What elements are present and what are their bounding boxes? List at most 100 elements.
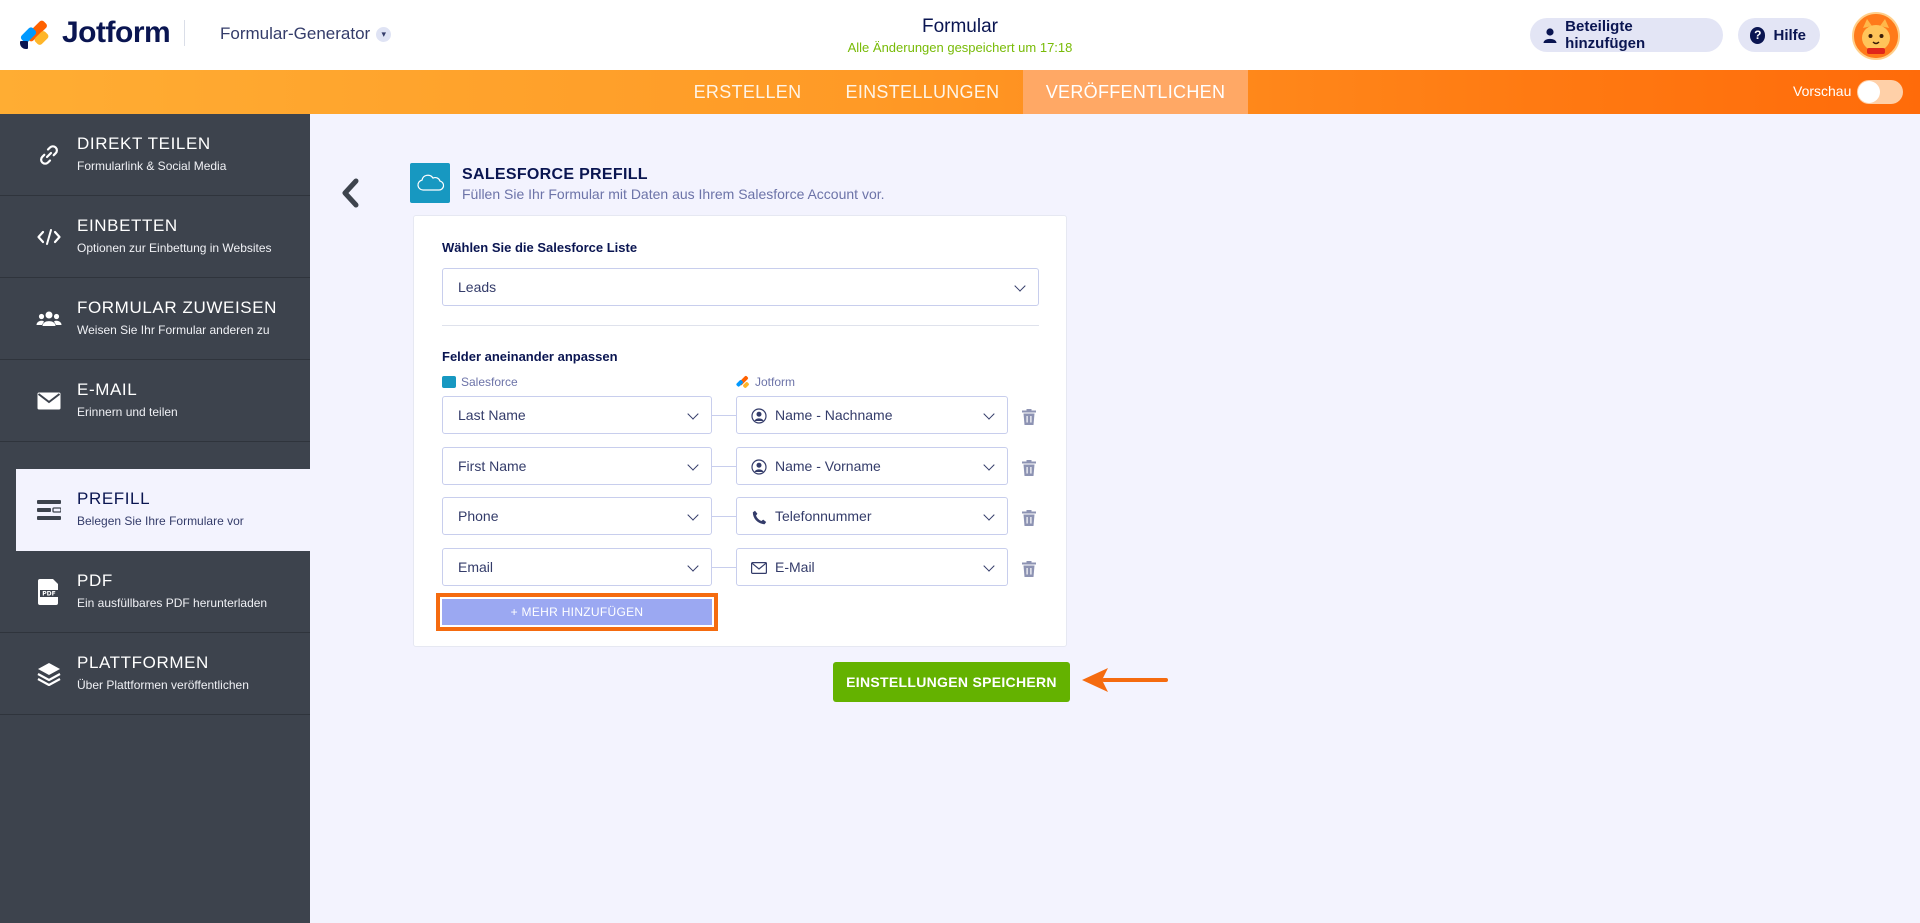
column-salesforce-label: Salesforce bbox=[442, 375, 518, 389]
brand-name: Jotform bbox=[62, 16, 171, 49]
jotform-field-select[interactable]: Telefonnummer bbox=[736, 497, 1008, 535]
pointer-arrow-icon bbox=[1082, 668, 1168, 692]
code-icon bbox=[36, 224, 62, 250]
preview-label: Vorschau bbox=[1793, 83, 1852, 99]
trash-icon[interactable] bbox=[1022, 561, 1036, 577]
salesforce-list-select[interactable]: Leads bbox=[442, 268, 1039, 306]
tab-settings[interactable]: EINSTELLUNGEN bbox=[835, 70, 1010, 114]
pdf-icon: PDF bbox=[36, 579, 62, 605]
column-jotform-text: Jotform bbox=[755, 375, 796, 389]
sidebar-item-pdf[interactable]: PDF PDF Ein ausfüllbares PDF herunterlad… bbox=[0, 551, 310, 633]
top-header: Jotform Formular-Generator ▾ Formular Al… bbox=[0, 0, 1920, 70]
help-label: Hilfe bbox=[1773, 26, 1806, 44]
chevron-down-icon bbox=[687, 560, 699, 572]
salesforce-logo-icon bbox=[410, 163, 450, 203]
jotform-field-select[interactable]: Name - Nachname bbox=[736, 396, 1008, 434]
column-salesforce-text: Salesforce bbox=[461, 375, 518, 389]
sidebar-item-title: PREFILL bbox=[77, 489, 151, 508]
sidebar-item-embed[interactable]: EINBETTEN Optionen zur Einbettung in Web… bbox=[0, 196, 310, 278]
users-icon bbox=[36, 306, 62, 332]
salesforce-mini-icon bbox=[442, 376, 456, 388]
jotform-logo-icon bbox=[19, 17, 50, 49]
jotform-logo[interactable]: Jotform bbox=[19, 16, 186, 50]
user-icon bbox=[1542, 27, 1557, 43]
envelope-icon bbox=[36, 388, 62, 414]
save-settings-button[interactable]: EINSTELLUNGEN SPEICHERN bbox=[833, 662, 1070, 702]
chevron-down-icon bbox=[687, 509, 699, 521]
preview-toggle[interactable] bbox=[1857, 80, 1903, 104]
sidebar-item-title: FORMULAR ZUWEISEN bbox=[77, 298, 278, 317]
jotform-field-value: Name - Nachname bbox=[775, 407, 893, 423]
jotform-field-select[interactable]: Name - Vorname bbox=[736, 447, 1008, 485]
trash-icon[interactable] bbox=[1022, 409, 1036, 425]
jotform-field-value: E-Mail bbox=[775, 559, 815, 575]
tab-create[interactable]: ERSTELLEN bbox=[680, 70, 815, 114]
sidebar-item-subtitle: Formularlink & Social Media bbox=[77, 159, 227, 173]
salesforce-field-value: First Name bbox=[458, 458, 527, 474]
column-jotform-label: Jotform bbox=[736, 375, 795, 389]
sidebar-item-subtitle: Ein ausfüllbares PDF herunterladen bbox=[77, 596, 268, 610]
salesforce-list-value: Leads bbox=[458, 279, 497, 295]
add-more-button[interactable]: + MEHR HINZUFÜGEN bbox=[442, 599, 712, 625]
field-match-label: Felder aneinander anpassen bbox=[442, 349, 618, 364]
list-select-label: Wählen Sie die Salesforce Liste bbox=[442, 240, 638, 255]
help-button[interactable]: ? Hilfe bbox=[1738, 18, 1820, 52]
sidebar-item-prefill[interactable]: PREFILL Belegen Sie Ihre Formulare vor bbox=[16, 469, 310, 551]
sidebar-item-subtitle: Über Plattformen veröffentlichen bbox=[77, 678, 249, 692]
sidebar-item-subtitle: Weisen Sie Ihr Formular anderen zu bbox=[77, 323, 270, 337]
builder-menu[interactable]: Formular-Generator ▾ bbox=[220, 24, 392, 44]
trash-icon[interactable] bbox=[1022, 510, 1036, 526]
salesforce-field-select[interactable]: Phone bbox=[442, 497, 712, 535]
salesforce-field-value: Last Name bbox=[458, 407, 526, 423]
salesforce-field-select[interactable]: Last Name bbox=[442, 396, 712, 434]
chevron-left-icon bbox=[342, 178, 359, 208]
jotform-field-value: Telefonnummer bbox=[775, 508, 872, 524]
sidebar-item-title: E-MAIL bbox=[77, 380, 138, 399]
publish-sidebar: DIREKT TEILEN Formularlink & Social Medi… bbox=[0, 114, 310, 923]
sidebar-item-assign-form[interactable]: FORMULAR ZUWEISEN Weisen Sie Ihr Formula… bbox=[0, 278, 310, 360]
logo-divider bbox=[184, 20, 186, 46]
sidebar-item-title: PDF bbox=[77, 571, 113, 590]
salesforce-field-value: Phone bbox=[458, 508, 499, 524]
chevron-down-icon bbox=[983, 459, 995, 471]
layers-icon bbox=[36, 661, 62, 687]
user-circle-icon bbox=[751, 408, 767, 424]
chevron-down-icon bbox=[687, 459, 699, 471]
salesforce-field-value: Email bbox=[458, 559, 494, 575]
mapping-connector bbox=[712, 567, 736, 568]
salesforce-field-select[interactable]: Email bbox=[442, 548, 712, 586]
page-title: SALESFORCE PREFILL bbox=[462, 166, 648, 183]
jotform-mini-icon bbox=[736, 375, 749, 388]
sidebar-item-subtitle: Belegen Sie Ihre Formulare vor bbox=[77, 514, 244, 528]
invite-collaborators-button[interactable]: Beteiligte hinzufügen bbox=[1530, 18, 1723, 52]
sidebar-item-quick-share[interactable]: DIREKT TEILEN Formularlink & Social Medi… bbox=[0, 114, 310, 196]
user-circle-icon bbox=[751, 459, 767, 475]
mapping-connector bbox=[712, 516, 736, 517]
phone-icon bbox=[751, 509, 767, 525]
form-title[interactable]: Formular bbox=[860, 16, 1060, 38]
svg-text:PDF: PDF bbox=[42, 591, 55, 598]
chevron-down-icon: ▾ bbox=[376, 26, 392, 42]
avatar[interactable] bbox=[1852, 12, 1900, 60]
sidebar-item-subtitle: Erinnern und teilen bbox=[77, 405, 178, 419]
back-button[interactable] bbox=[336, 174, 366, 214]
avatar-cat-icon bbox=[1854, 14, 1898, 58]
question-icon: ? bbox=[1750, 26, 1766, 44]
section-divider bbox=[442, 325, 1039, 326]
salesforce-field-select[interactable]: First Name bbox=[442, 447, 712, 485]
mapping-connector bbox=[712, 415, 736, 416]
add-more-highlight: + MEHR HINZUFÜGEN bbox=[436, 593, 718, 631]
builder-menu-label: Formular-Generator bbox=[220, 24, 371, 43]
chevron-down-icon bbox=[983, 408, 995, 420]
main-nav: ERSTELLEN EINSTELLUNGEN VERÖFFENTLICHEN … bbox=[0, 70, 1920, 114]
envelope-icon bbox=[751, 560, 767, 576]
chevron-down-icon bbox=[1014, 280, 1026, 292]
mapping-connector bbox=[712, 466, 736, 467]
toggle-knob bbox=[1858, 81, 1880, 103]
jotform-field-select[interactable]: E-Mail bbox=[736, 548, 1008, 586]
sidebar-item-title: EINBETTEN bbox=[77, 216, 178, 235]
sidebar-item-email[interactable]: E-MAIL Erinnern und teilen bbox=[0, 360, 310, 442]
trash-icon[interactable] bbox=[1022, 460, 1036, 476]
sidebar-item-platforms[interactable]: PLATTFORMEN Über Plattformen veröffentli… bbox=[0, 633, 310, 715]
tab-publish[interactable]: VERÖFFENTLICHEN bbox=[1023, 70, 1248, 114]
